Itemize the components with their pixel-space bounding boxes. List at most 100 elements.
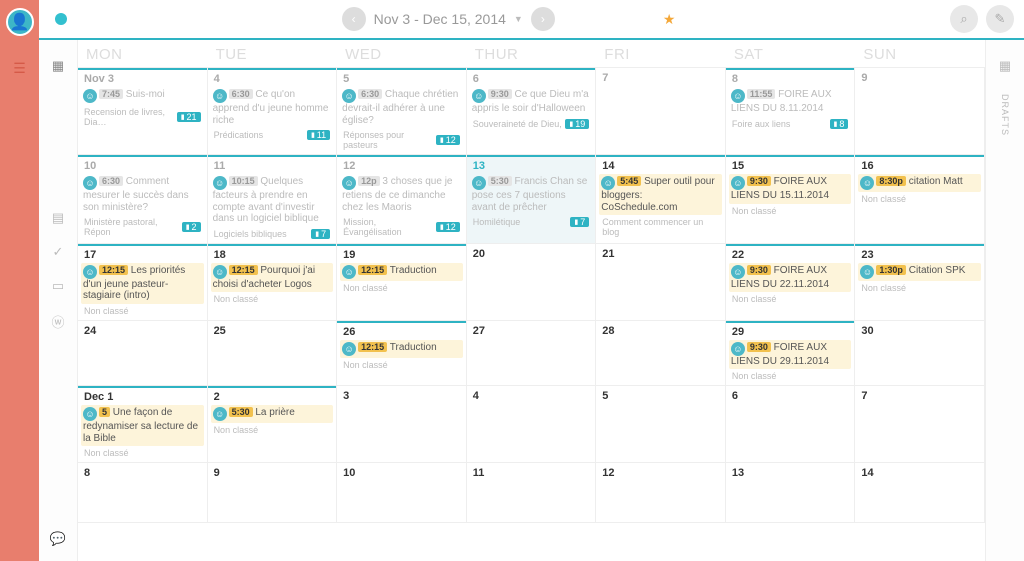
event-avatar: ☺: [342, 176, 356, 190]
event[interactable]: ☺12:15 Pourquoi j'ai choisi d'acheter Lo…: [211, 263, 334, 293]
day-cell[interactable]: 7: [596, 68, 726, 155]
day-cell[interactable]: 22☺9:30 FOIRE AUX LIENS DU 22.11.2014Non…: [726, 244, 856, 321]
event[interactable]: ☺12p 3 choses que je retiens de ce diman…: [340, 174, 463, 215]
grid-icon[interactable]: ▦: [52, 58, 64, 74]
day-cell[interactable]: 18☺12:15 Pourquoi j'ai choisi d'acheter …: [208, 244, 338, 321]
day-cell[interactable]: 10: [337, 463, 467, 523]
day-cell[interactable]: 3: [337, 386, 467, 463]
day-cell[interactable]: 13: [726, 463, 856, 523]
event[interactable]: ☺1:30p Citation SPK: [858, 263, 981, 281]
prev-button[interactable]: ‹: [342, 7, 366, 31]
day-cell[interactable]: 4☺6:30 Ce qu'on apprend d'u jeune homme …: [208, 68, 338, 155]
day-number: 22: [729, 248, 852, 263]
wordpress-icon[interactable]: ⓦ: [51, 312, 64, 331]
dow-header: TUE: [208, 40, 338, 67]
day-cell[interactable]: 2☺5:30 La prièreNon classé: [208, 386, 338, 463]
event[interactable]: ☺12:15 Traduction: [340, 263, 463, 281]
day-topline: [467, 68, 596, 70]
event-time: 6:30: [99, 176, 123, 186]
day-topline: [726, 244, 855, 246]
event[interactable]: ☺12:15 Traduction: [340, 340, 463, 358]
day-cell[interactable]: 10☺6:30 Comment mesurer le succès dans s…: [78, 155, 208, 244]
day-cell[interactable]: 9: [855, 68, 985, 155]
day-cell[interactable]: 5: [596, 386, 726, 463]
day-cell[interactable]: 4: [467, 386, 597, 463]
day-cell[interactable]: 9: [208, 463, 338, 523]
day-cell[interactable]: 7: [855, 386, 985, 463]
day-cell[interactable]: 26☺12:15 TraductionNon classé: [337, 321, 467, 387]
day-number: 19: [340, 248, 463, 263]
day-cell[interactable]: 6: [726, 386, 856, 463]
event[interactable]: ☺9:30 Ce que Dieu m'a appris le soir d'H…: [470, 87, 593, 117]
day-number: Nov 3: [81, 72, 204, 87]
day-cell[interactable]: 23☺1:30p Citation SPKNon classé: [855, 244, 985, 321]
event[interactable]: ☺5:30 Francis Chan se pose ces 7 questio…: [470, 174, 593, 215]
day-cell[interactable]: 30: [855, 321, 985, 387]
list-icon[interactable]: ▭: [52, 278, 64, 294]
comment-icon[interactable]: 💬: [50, 531, 66, 547]
day-cell[interactable]: 13☺5:30 Francis Chan se pose ces 7 quest…: [467, 155, 597, 244]
day-cell[interactable]: 28: [596, 321, 726, 387]
day-topline: [855, 155, 984, 157]
calendar-icon[interactable]: ▤: [52, 210, 64, 226]
day-cell[interactable]: 29☺9:30 FOIRE AUX LIENS DU 29.11.2014Non…: [726, 321, 856, 387]
day-cell[interactable]: 27: [467, 321, 597, 387]
event-avatar: ☺: [83, 407, 97, 421]
star-icon[interactable]: ★: [663, 11, 676, 28]
edit-button[interactable]: ✎: [986, 5, 1014, 33]
day-cell[interactable]: 19☺12:15 TraductionNon classé: [337, 244, 467, 321]
drafts-calendar-icon[interactable]: ▦: [999, 58, 1011, 74]
event[interactable]: ☺5 Une façon de redynamiser sa lecture d…: [81, 405, 204, 446]
hamburger-icon[interactable]: ☰: [13, 60, 26, 77]
event[interactable]: ☺6:30 Comment mesurer le succès dans son…: [81, 174, 204, 215]
day-cell[interactable]: 8☺11:55 FOIRE AUX LIENS DU 8.11.2014Foir…: [726, 68, 856, 155]
day-cell[interactable]: 11☺10:15 Quelques facteurs à prendre en …: [208, 155, 338, 244]
day-cell[interactable]: 11: [467, 463, 597, 523]
day-cell[interactable]: 5☺6:30 Chaque chrétien devrait-il adhére…: [337, 68, 467, 155]
day-number: 20: [470, 247, 593, 262]
date-range[interactable]: Nov 3 - Dec 15, 2014: [374, 11, 506, 27]
day-cell[interactable]: 12: [596, 463, 726, 523]
event[interactable]: ☺6:30 Ce qu'on apprend d'u jeune homme r…: [211, 87, 334, 128]
day-cell[interactable]: 17☺12:15 Les priorités d'un jeune pasteu…: [78, 244, 208, 321]
drafts-label[interactable]: DRAFTS: [1000, 94, 1010, 136]
check-icon[interactable]: ✓: [53, 244, 64, 260]
day-cell[interactable]: 20: [467, 244, 597, 321]
day-cell[interactable]: 24: [78, 321, 208, 387]
chevron-down-icon[interactable]: ▼: [514, 14, 523, 24]
user-avatar[interactable]: 👤: [6, 8, 34, 36]
main-area: ‹ Nov 3 - Dec 15, 2014 ▼ › ★ ⌕ ✎ ▦ ▤ ✓ ▭…: [39, 0, 1024, 561]
day-topline: [337, 68, 466, 70]
event[interactable]: ☺11:55 FOIRE AUX LIENS DU 8.11.2014: [729, 87, 852, 117]
event[interactable]: ☺5:30 La prière: [211, 405, 334, 423]
event[interactable]: ☺8:30p citation Matt: [858, 174, 981, 192]
day-cell[interactable]: 25: [208, 321, 338, 387]
day-cell[interactable]: 16☺8:30p citation MattNon classé: [855, 155, 985, 244]
day-cell[interactable]: 14: [855, 463, 985, 523]
event[interactable]: ☺10:15 Quelques facteurs à prendre en co…: [211, 174, 334, 227]
event[interactable]: ☺5:45 Super outil pour bloggers: CoSched…: [599, 174, 722, 215]
day-cell[interactable]: 15☺9:30 FOIRE AUX LIENS DU 15.11.2014Non…: [726, 155, 856, 244]
day-cell[interactable]: 14☺5:45 Super outil pour bloggers: CoSch…: [596, 155, 726, 244]
event[interactable]: ☺7:45 Suis-moi: [81, 87, 204, 105]
event[interactable]: ☺6:30 Chaque chrétien devrait-il adhérer…: [340, 87, 463, 128]
event[interactable]: ☺9:30 FOIRE AUX LIENS DU 29.11.2014: [729, 340, 852, 370]
event[interactable]: ☺9:30 FOIRE AUX LIENS DU 22.11.2014: [729, 263, 852, 293]
event-time: 9:30: [747, 265, 771, 275]
search-button[interactable]: ⌕: [950, 5, 978, 33]
stats-badge: 21: [177, 112, 201, 122]
week-row: 17☺12:15 Les priorités d'un jeune pasteu…: [78, 244, 985, 321]
day-cell[interactable]: 12☺12p 3 choses que je retiens de ce dim…: [337, 155, 467, 244]
day-cell[interactable]: 8: [78, 463, 208, 523]
day-cell[interactable]: 6☺9:30 Ce que Dieu m'a appris le soir d'…: [467, 68, 597, 155]
day-cell[interactable]: 21: [596, 244, 726, 321]
day-cell[interactable]: Nov 3☺7:45 Suis-moiRecension de livres, …: [78, 68, 208, 155]
next-button[interactable]: ›: [531, 7, 555, 31]
day-number: 9: [858, 71, 981, 86]
category-label: Homilétique: [473, 217, 521, 227]
day-cell[interactable]: Dec 1☺5 Une façon de redynamiser sa lect…: [78, 386, 208, 463]
event[interactable]: ☺9:30 FOIRE AUX LIENS DU 15.11.2014: [729, 174, 852, 204]
event[interactable]: ☺12:15 Les priorités d'un jeune pasteur-…: [81, 263, 204, 304]
day-number: 15: [729, 159, 852, 174]
event-title: Traduction: [387, 342, 436, 353]
